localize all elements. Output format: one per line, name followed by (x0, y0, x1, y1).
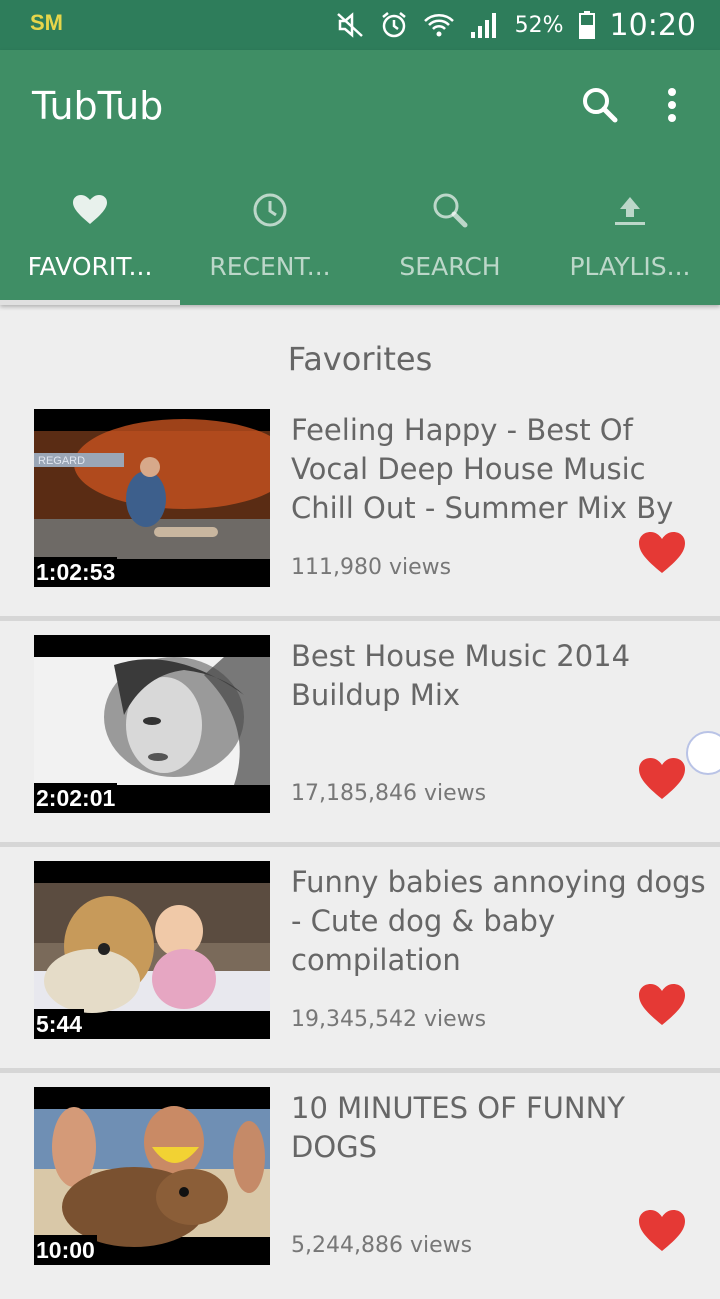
video-title[interactable]: Funny babies annoying dogs - Cute dog & … (291, 863, 706, 980)
search-button[interactable] (575, 80, 625, 130)
video-list: REGARD 1:02:53 Feeling Happy - Best Of V… (0, 395, 720, 1299)
video-thumbnail[interactable]: 2:02:01 (34, 635, 270, 813)
video-duration: 5:44 (34, 1009, 85, 1039)
clock-time: 10:20 (609, 7, 696, 43)
video-item[interactable]: 5:44 Funny babies annoying dogs - Cute d… (0, 847, 720, 1073)
video-title[interactable]: Feeling Happy - Best Of Vocal Deep House… (291, 411, 706, 528)
tab-label: SEARCH (399, 252, 501, 281)
tab-search[interactable]: SEARCH (360, 180, 540, 305)
status-bar: SM 52% 10:20 (0, 0, 720, 50)
tab-bar: FAVORIT... RECENT... SEARCH PLAYLIS... (0, 180, 720, 305)
app-title: TubTub (32, 84, 164, 128)
view-count: 19,345,542 views (291, 1007, 487, 1032)
battery-percent: 52% (514, 12, 564, 38)
video-item[interactable]: REGARD 1:02:53 Feeling Happy - Best Of V… (0, 395, 720, 621)
video-duration: 10:00 (34, 1235, 97, 1265)
tab-recent[interactable]: RECENT... (180, 180, 360, 305)
video-thumbnail[interactable]: 10:00 (34, 1087, 270, 1265)
wifi-icon (423, 14, 454, 37)
search-icon (583, 88, 618, 123)
view-count: 5,244,886 views (291, 1233, 473, 1258)
view-count: 17,185,846 views (291, 781, 487, 806)
tab-label: RECENT... (209, 252, 331, 281)
app-bar: TubTub FAVORIT... RECENT... SEARCH PLAYL… (0, 50, 720, 305)
search-icon (433, 193, 468, 228)
heart-icon (73, 195, 107, 224)
section-title: Favorites (287, 340, 433, 378)
video-thumbnail[interactable]: 5:44 (34, 861, 270, 1039)
favorite-heart-icon[interactable] (638, 1209, 686, 1253)
tab-favorites[interactable]: FAVORIT... (0, 180, 180, 305)
battery-icon (578, 11, 595, 39)
carrier-logo: SM (30, 10, 63, 35)
video-duration: 1:02:53 (34, 557, 118, 587)
clock-icon (253, 193, 287, 227)
thumbnail-logo-text: REGARD (38, 455, 85, 467)
tab-label: PLAYLIS... (569, 252, 691, 281)
favorite-heart-icon[interactable] (638, 757, 686, 801)
alarm-icon (381, 12, 406, 38)
video-item[interactable]: 10:00 10 MINUTES OF FUNNY DOGS 5,244,886… (0, 1073, 720, 1299)
video-title[interactable]: 10 MINUTES OF FUNNY DOGS (291, 1089, 706, 1167)
tab-label: FAVORIT... (27, 252, 153, 281)
upload-icon (615, 197, 645, 225)
overflow-menu-button[interactable] (647, 80, 697, 130)
view-count: 111,980 views (291, 555, 452, 580)
video-title[interactable]: Best House Music 2014 Buildup Mix (291, 637, 706, 715)
favorite-heart-icon[interactable] (638, 531, 686, 575)
signal-icon (470, 13, 496, 38)
favorite-heart-icon[interactable] (638, 983, 686, 1027)
mute-icon (336, 12, 363, 38)
tab-playlists[interactable]: PLAYLIS... (540, 180, 720, 305)
more-vert-icon (668, 88, 676, 122)
video-item[interactable]: 2:02:01 Best House Music 2014 Buildup Mi… (0, 621, 720, 847)
video-duration: 2:02:01 (34, 783, 118, 813)
tab-indicator (0, 300, 180, 305)
video-thumbnail[interactable]: REGARD 1:02:53 (34, 409, 270, 587)
